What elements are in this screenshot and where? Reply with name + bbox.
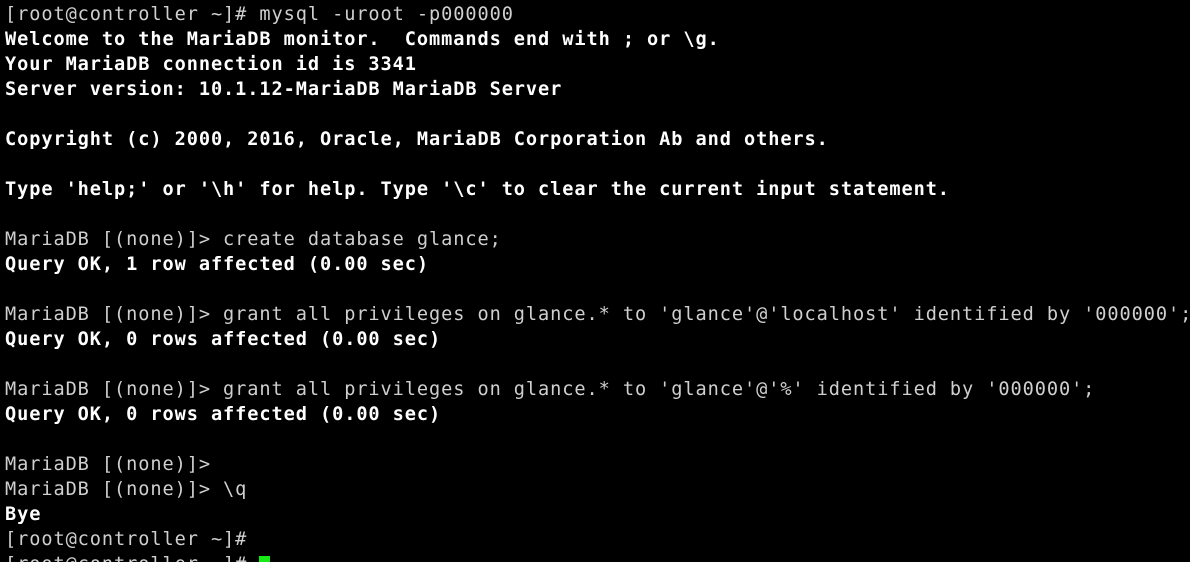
terminal-line: MariaDB [(none)]>	[5, 454, 224, 475]
terminal-line: Query OK, 0 rows affected (0.00 sec)	[5, 404, 442, 425]
terminal-line: Type 'help;' or '\h' for help. Type '\c'…	[5, 179, 950, 200]
terminal-line: Server version: 10.1.12-MariaDB MariaDB …	[5, 79, 563, 100]
shell-prompt: [root@controller ~]#	[5, 554, 259, 562]
terminal-line: MariaDB [(none)]> \q	[5, 479, 248, 500]
terminal-line: Welcome to the MariaDB monitor. Commands…	[5, 29, 720, 50]
terminal-line: Query OK, 0 rows affected (0.00 sec)	[5, 329, 442, 350]
terminal-line: Query OK, 1 row affected (0.00 sec)	[5, 254, 430, 275]
terminal-line: Copyright (c) 2000, 2016, Oracle, MariaD…	[5, 129, 829, 150]
terminal-line: MariaDB [(none)]> grant all privileges o…	[5, 304, 1190, 325]
terminal-line: [root@controller ~]# mysql -uroot -p0000…	[5, 4, 514, 25]
terminal-line: MariaDB [(none)]> grant all privileges o…	[5, 379, 1096, 400]
terminal-line: Your MariaDB connection id is 3341	[5, 54, 417, 75]
terminal-line: [root@controller ~]#	[5, 529, 260, 550]
terminal-window[interactable]: [root@controller ~]# mysql -uroot -p0000…	[0, 0, 1190, 562]
scrollback-sliver	[0, 0, 1190, 3]
terminal-screen[interactable]: [root@controller ~]# mysql -uroot -p0000…	[5, 2, 1190, 562]
terminal-prompt-line[interactable]: [root@controller ~]#	[5, 552, 1190, 562]
terminal-line: Bye	[5, 504, 42, 525]
block-cursor-icon	[259, 556, 271, 562]
terminal-line: MariaDB [(none)]> create database glance…	[5, 229, 502, 250]
